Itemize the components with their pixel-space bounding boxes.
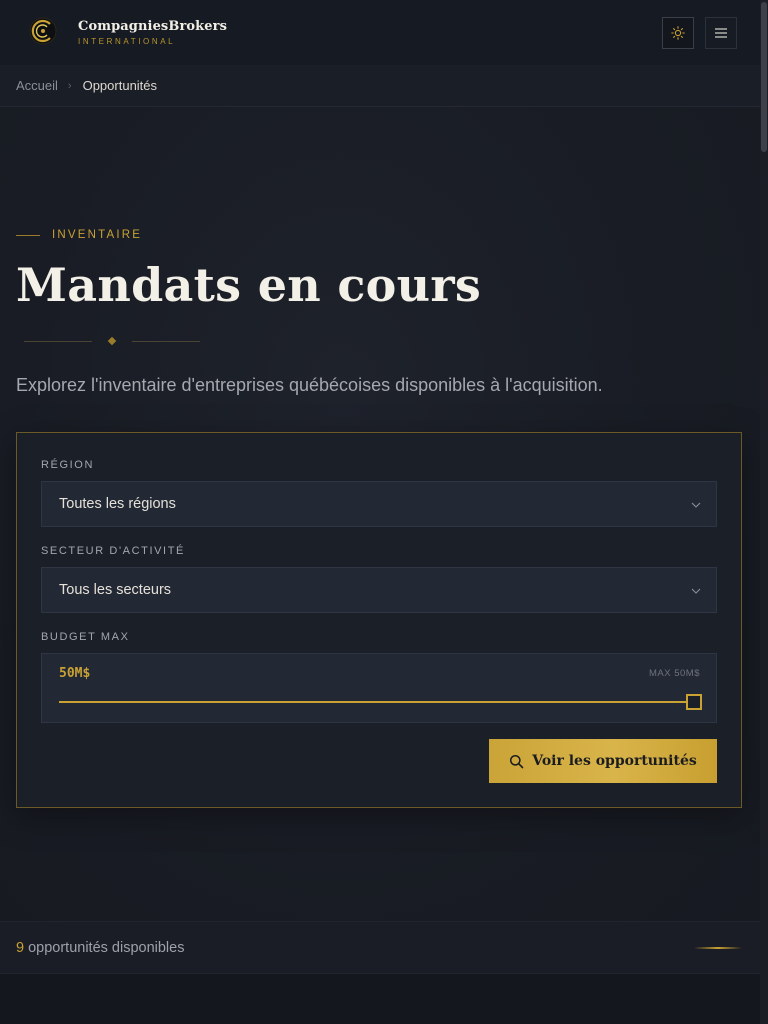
eyebrow-line [16,234,40,236]
diamond-icon [107,336,117,346]
ornament-divider [24,335,200,347]
sector-select-value: Tous les secteurs [59,582,172,598]
theme-toggle-button[interactable] [662,17,694,49]
region-select[interactable]: Toutes les régions [41,481,717,527]
brand-tagline: INTERNATIONAL [78,37,176,46]
budget-label: BUDGET MAX [41,631,130,643]
page-scrollbar[interactable] [760,0,768,1024]
eyebrow-text: INVENTAIRE [52,229,143,241]
menu-button[interactable] [705,17,737,49]
site-header: CompagniesBrokers INTERNATIONAL [0,0,760,65]
sun-icon [671,26,685,40]
region-select-value: Toutes les régions [59,496,176,512]
budget-slider-fill [59,701,694,703]
chevron-right-icon: › [67,79,72,92]
budget-slider-track[interactable] [59,701,694,703]
scrollbar-thumb[interactable] [761,2,767,152]
filter-panel: RÉGION Toutes les régions SECTEUR D'ACTI… [16,432,742,808]
view-opportunities-button[interactable]: Voir les opportunités [489,739,717,783]
budget-slider-handle[interactable] [686,694,702,710]
results-count: 9 [16,939,25,956]
sector-label: SECTEUR D'ACTIVITÉ [41,545,185,557]
budget-value: 50M$ [59,666,91,681]
chevron-down-icon [691,502,701,508]
hamburger-menu-icon [715,28,727,38]
chevron-down-icon [691,588,701,594]
breadcrumb: Accueil › Opportunités [0,65,760,107]
region-label: RÉGION [41,459,94,471]
sector-select[interactable]: Tous les secteurs [41,567,717,613]
results-label: opportunités disponibles [28,939,185,956]
breadcrumb-current: Opportunités [82,78,158,93]
brand-name[interactable]: CompagniesBrokers [78,19,227,34]
results-bar: 9 opportunités disponibles [0,921,760,974]
section-eyebrow: INVENTAIRE [16,229,142,241]
budget-slider-box: 50M$ MAX 50M$ [41,653,717,723]
budget-max-label: MAX 50M$ [649,668,700,679]
breadcrumb-home-link[interactable]: Accueil [16,78,58,93]
decorative-line [694,947,742,949]
view-opportunities-label: Voir les opportunités [532,753,697,769]
page-title: Mandats en cours [16,258,482,312]
page-bottom [0,975,760,1024]
page-subtitle: Explorez l'inventaire d'entreprises québ… [16,375,603,395]
brand-logo[interactable] [28,16,58,46]
search-icon [510,754,524,768]
